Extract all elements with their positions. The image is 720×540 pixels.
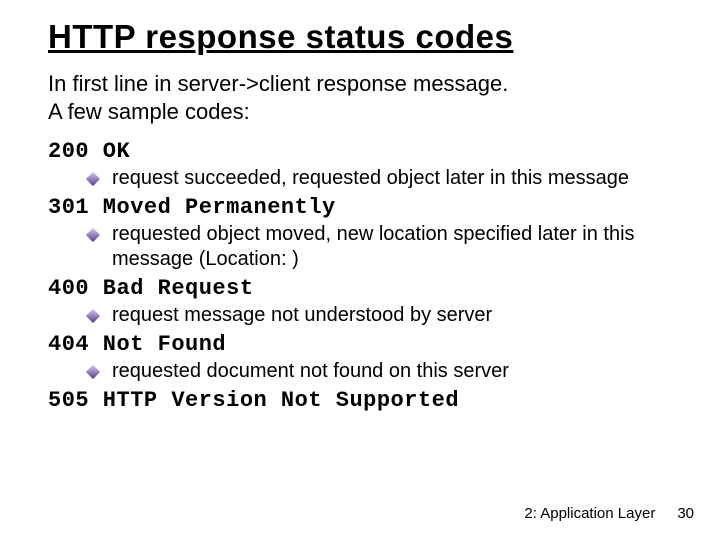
chapter-label: 2: Application Layer [524, 505, 655, 522]
list-item: request succeeded, requested object late… [48, 166, 680, 191]
diamond-bullet-icon [86, 365, 100, 379]
status-code-list: 200 OK request succeeded, requested obje… [48, 139, 680, 413]
status-code: 505 HTTP Version Not Supported [48, 388, 680, 413]
diamond-bullet-icon [86, 228, 100, 242]
status-code-explain: requested document not found on this ser… [112, 359, 680, 384]
slide-footer: 2: Application Layer 30 [524, 505, 694, 522]
slide: HTTP response status codes In first line… [0, 0, 720, 540]
status-code-explain: request succeeded, requested object late… [112, 166, 680, 191]
status-code: 400 Bad Request [48, 276, 680, 301]
slide-title: HTTP response status codes [48, 18, 680, 56]
lead-line-1: In first line in server->client response… [48, 70, 680, 98]
list-item: request message not understood by server [48, 303, 680, 328]
lead-line-2: A few sample codes: [48, 98, 680, 126]
status-code-explain: requested object moved, new location spe… [112, 222, 680, 272]
status-code: 404 Not Found [48, 332, 680, 357]
diamond-bullet-icon [86, 309, 100, 323]
page-number: 30 [677, 505, 694, 522]
diamond-bullet-icon [86, 172, 100, 186]
list-item: requested document not found on this ser… [48, 359, 680, 384]
list-item: requested object moved, new location spe… [48, 222, 680, 272]
status-code: 200 OK [48, 139, 680, 164]
status-code: 301 Moved Permanently [48, 195, 680, 220]
status-code-explain: request message not understood by server [112, 303, 680, 328]
lead-text: In first line in server->client response… [48, 70, 680, 125]
